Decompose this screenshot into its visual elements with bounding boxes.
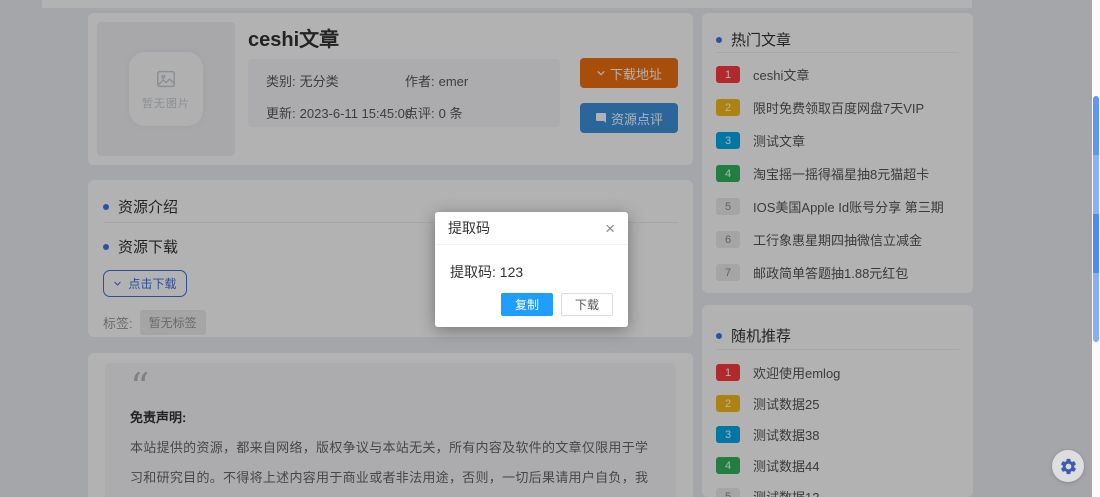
close-icon[interactable]: × <box>605 220 615 237</box>
modal-title: 提取码 <box>448 218 490 238</box>
modal-footer: 复制 下载 <box>501 293 613 316</box>
extraction-code-modal: 提取码 × 提取码: 123 复制 下载 <box>435 212 628 327</box>
extraction-code-text: 提取码: 123 <box>450 262 523 282</box>
scrollbar-track[interactable] <box>1092 0 1100 497</box>
modal-header: 提取码 × <box>435 212 628 245</box>
scrollbar-thumb[interactable] <box>1093 96 1099 342</box>
copy-button[interactable]: 复制 <box>501 293 553 316</box>
settings-button[interactable] <box>1052 450 1084 482</box>
gear-icon <box>1059 457 1078 476</box>
modal-download-button[interactable]: 下载 <box>561 293 613 316</box>
page: { "header_card": { "title": "ceshi文章", "… <box>0 0 1100 497</box>
